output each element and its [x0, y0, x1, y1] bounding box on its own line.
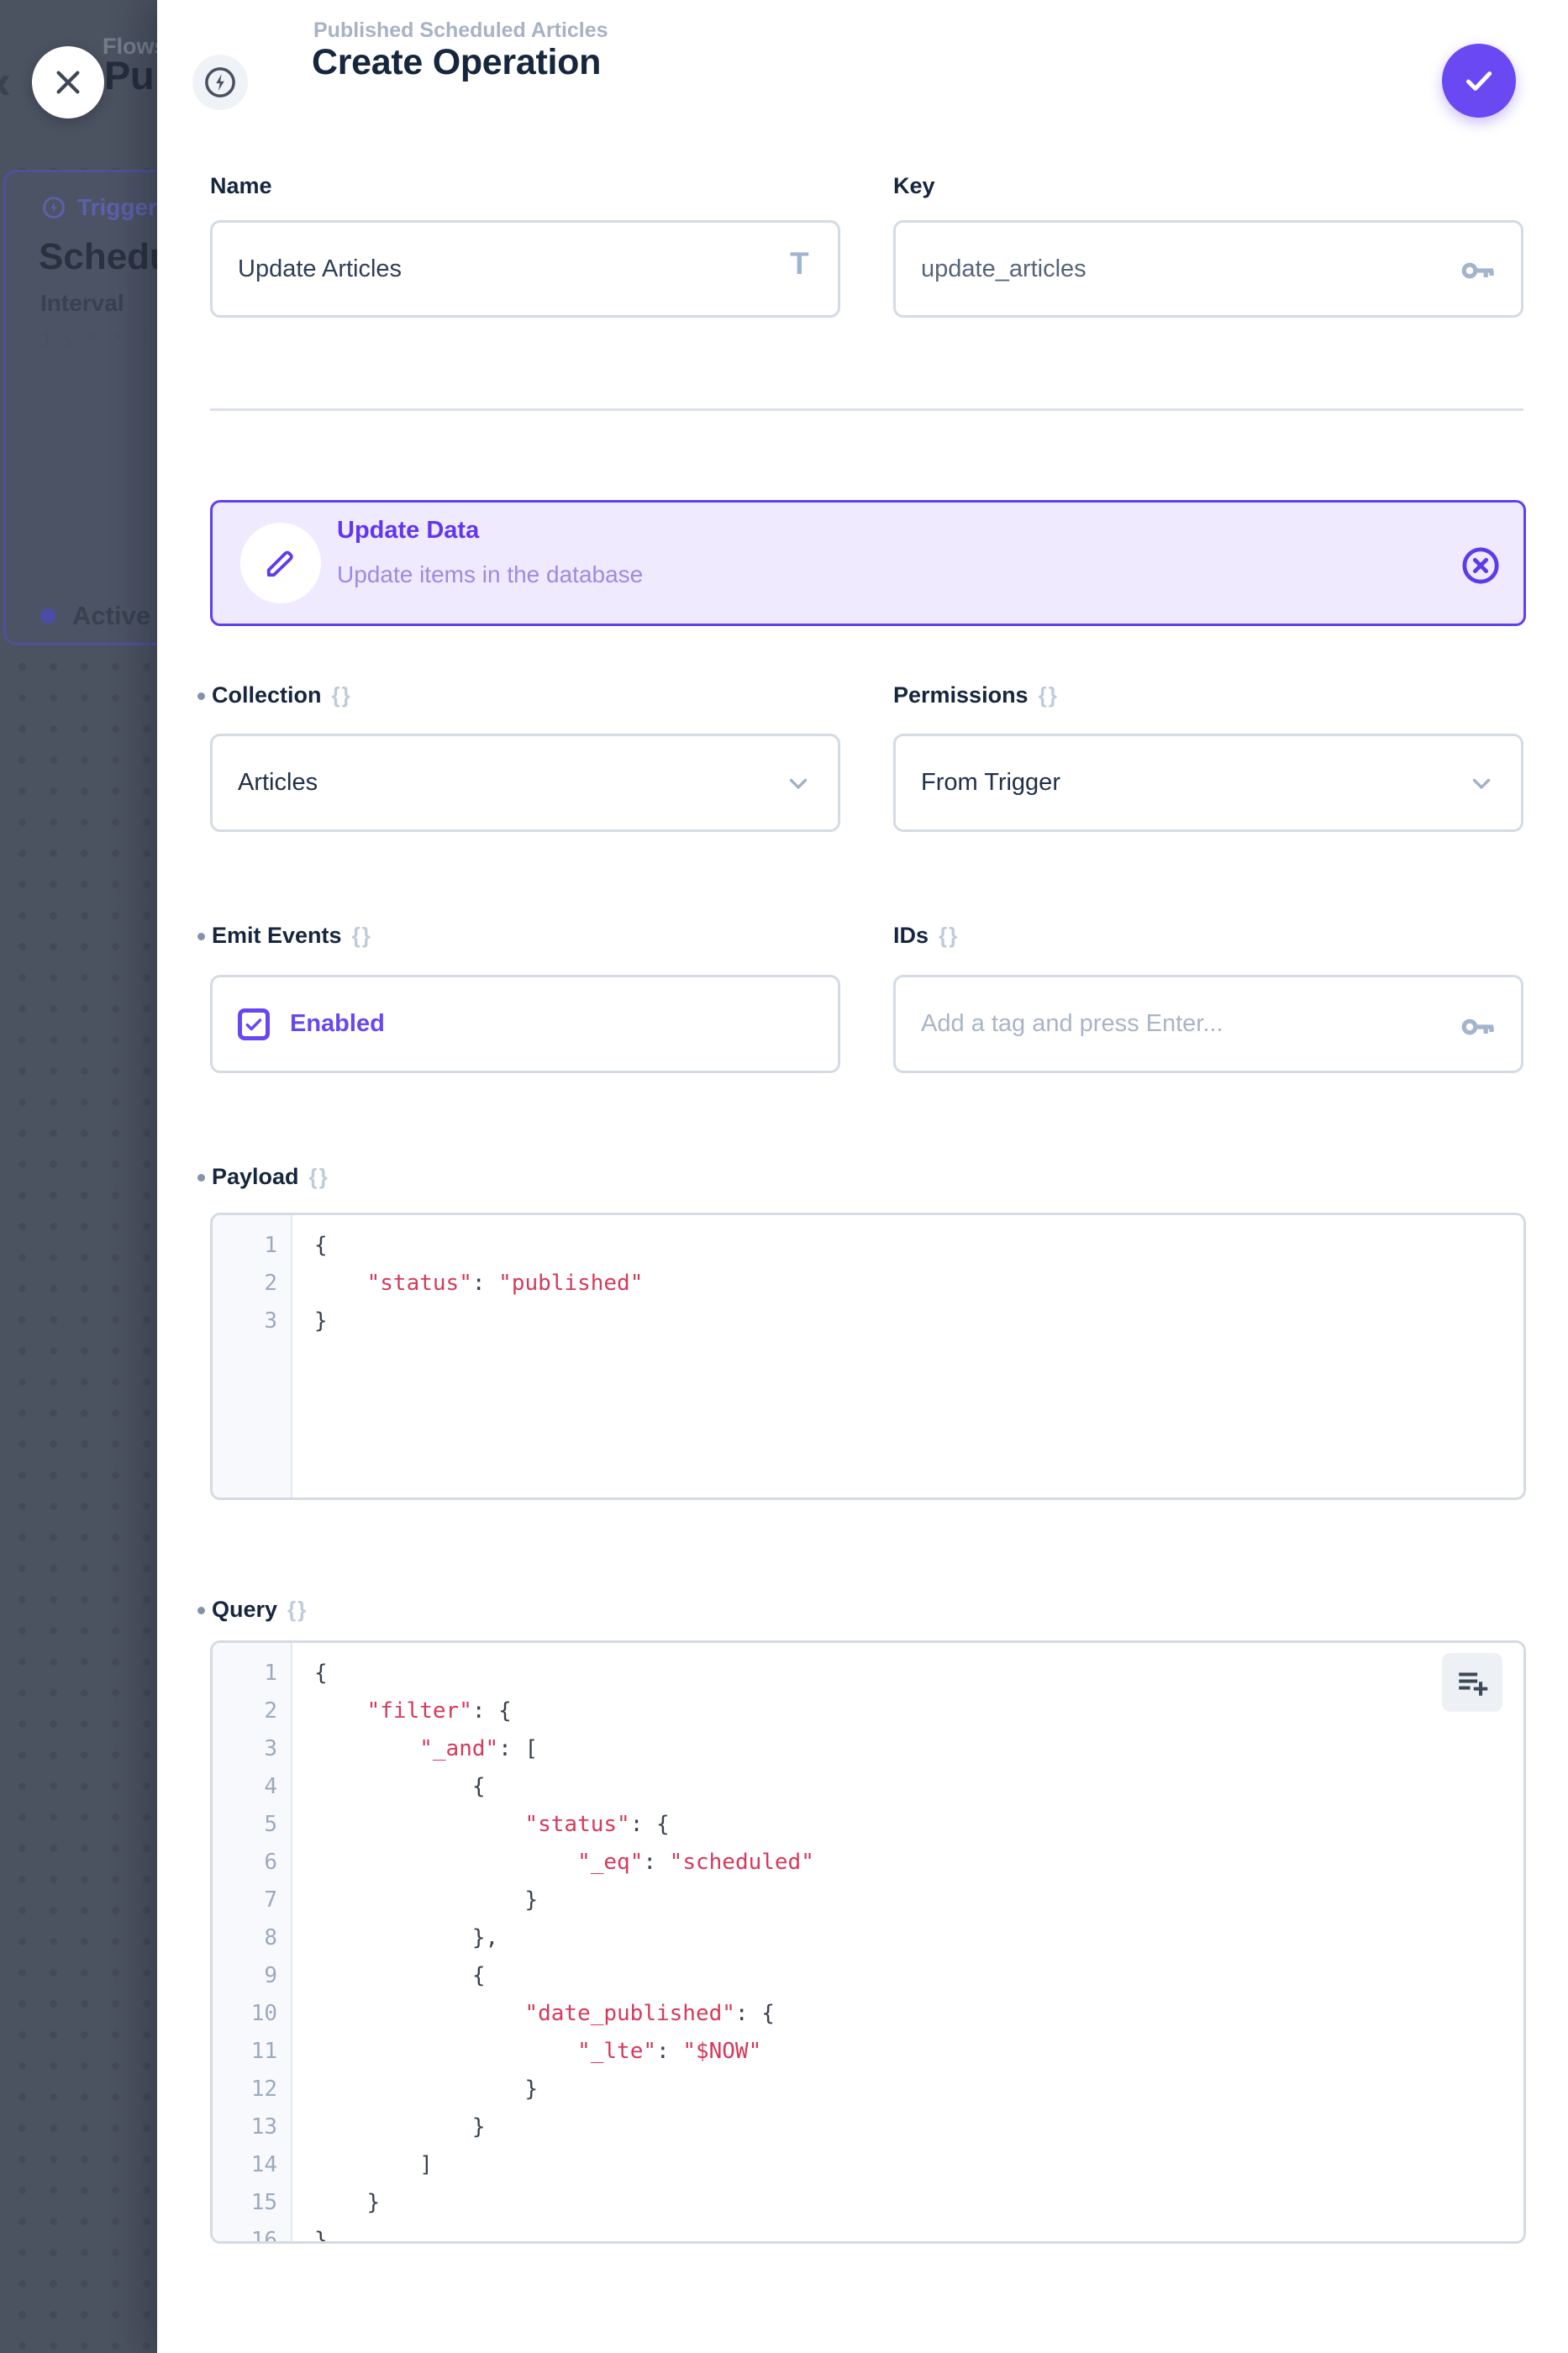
- operation-title: Update Data: [337, 517, 479, 545]
- template-add-button[interactable]: [1442, 1653, 1502, 1712]
- operation-subtitle: Update items in the database: [337, 561, 643, 588]
- drawer-breadcrumb: Published Scheduled Articles: [313, 18, 608, 43]
- save-button[interactable]: [1442, 44, 1516, 118]
- raw-value-icon[interactable]: {}: [1039, 682, 1059, 708]
- close-icon: [50, 65, 86, 100]
- raw-value-icon[interactable]: {}: [287, 1597, 308, 1623]
- operation-type-panel[interactable]: Update Data Update items in the database: [210, 500, 1526, 626]
- required-dot: [197, 692, 205, 700]
- required-dot: [197, 1607, 205, 1614]
- close-drawer-button[interactable]: [32, 46, 104, 118]
- key-input[interactable]: [893, 220, 1523, 318]
- check-icon: [242, 1013, 266, 1036]
- bolt-circle-icon: [202, 64, 239, 101]
- query-code-editor[interactable]: 12345678910111213141516 { "filter": { "_…: [210, 1640, 1526, 2244]
- name-input[interactable]: [210, 220, 840, 318]
- key-label-text: Key: [893, 173, 935, 199]
- query-label-text: Query: [212, 1597, 277, 1623]
- chevron-down-icon: [1467, 769, 1496, 797]
- raw-value-icon[interactable]: {}: [332, 682, 352, 708]
- bolt-circle-icon: [40, 194, 67, 221]
- trigger-badge: Trigger: [40, 194, 157, 221]
- operation-type-chip: [192, 55, 248, 110]
- payload-label-text: Payload: [212, 1164, 299, 1190]
- collection-label-text: Collection: [212, 682, 322, 708]
- line-number-gutter: 123: [213, 1215, 292, 1498]
- trigger-status-label: Active: [72, 601, 150, 631]
- name-field-label: Name: [210, 173, 272, 199]
- emit-events-checkbox[interactable]: [238, 1008, 270, 1040]
- back-chevron-icon: ‹: [0, 54, 11, 110]
- collection-field-label: Collection {}: [212, 682, 352, 708]
- raw-value-icon[interactable]: {}: [352, 923, 372, 949]
- permissions-select-value: From Trigger: [921, 769, 1467, 797]
- ids-field-label: IDs {}: [893, 923, 959, 949]
- permissions-label-text: Permissions: [893, 682, 1029, 708]
- required-dot: [197, 933, 205, 940]
- required-dot: [197, 1174, 205, 1182]
- circle-x-icon: [1460, 545, 1502, 587]
- key-field-label: Key: [893, 173, 935, 199]
- drawer-title: Create Operation: [312, 42, 601, 83]
- status-dot-icon: [40, 608, 55, 624]
- ids-label-text: IDs: [893, 923, 929, 949]
- playlist-add-icon: [1455, 1665, 1490, 1700]
- collection-select[interactable]: Articles: [210, 734, 840, 832]
- ids-tag-input[interactable]: [893, 975, 1523, 1073]
- trigger-badge-label: Trigger: [77, 194, 157, 221]
- emit-events-checkbox-label[interactable]: Enabled: [290, 1010, 385, 1038]
- payload-field-label: Payload {}: [212, 1164, 329, 1190]
- permissions-field-label: Permissions {}: [893, 682, 1059, 708]
- emit-events-box: Enabled: [210, 975, 840, 1073]
- payload-code-editor[interactable]: 123 { "status": "published"}: [210, 1213, 1526, 1500]
- emit-events-field-label: Emit Events {}: [212, 923, 372, 949]
- chevron-down-icon: [784, 769, 813, 797]
- name-label-text: Name: [210, 173, 272, 199]
- trigger-property-label: Interval: [40, 290, 124, 317]
- permissions-select[interactable]: From Trigger: [893, 734, 1523, 832]
- emit-events-label-text: Emit Events: [212, 923, 342, 949]
- line-number-gutter: 12345678910111213141516: [213, 1643, 292, 2241]
- raw-value-icon[interactable]: {}: [309, 1164, 329, 1190]
- collection-select-value: Articles: [238, 769, 784, 797]
- raw-value-icon[interactable]: {}: [939, 923, 959, 949]
- background-page-title: Pu: [104, 52, 154, 98]
- pencil-icon: [240, 523, 321, 603]
- remove-operation-button[interactable]: [1460, 545, 1502, 587]
- query-code-content[interactable]: { "filter": { "_and": [ { "status": { "_…: [292, 1643, 1523, 2241]
- query-field-label: Query {}: [212, 1597, 308, 1623]
- payload-code-content[interactable]: { "status": "published"}: [292, 1215, 1523, 1498]
- section-divider: [210, 408, 1523, 411]
- check-icon: [1460, 61, 1498, 100]
